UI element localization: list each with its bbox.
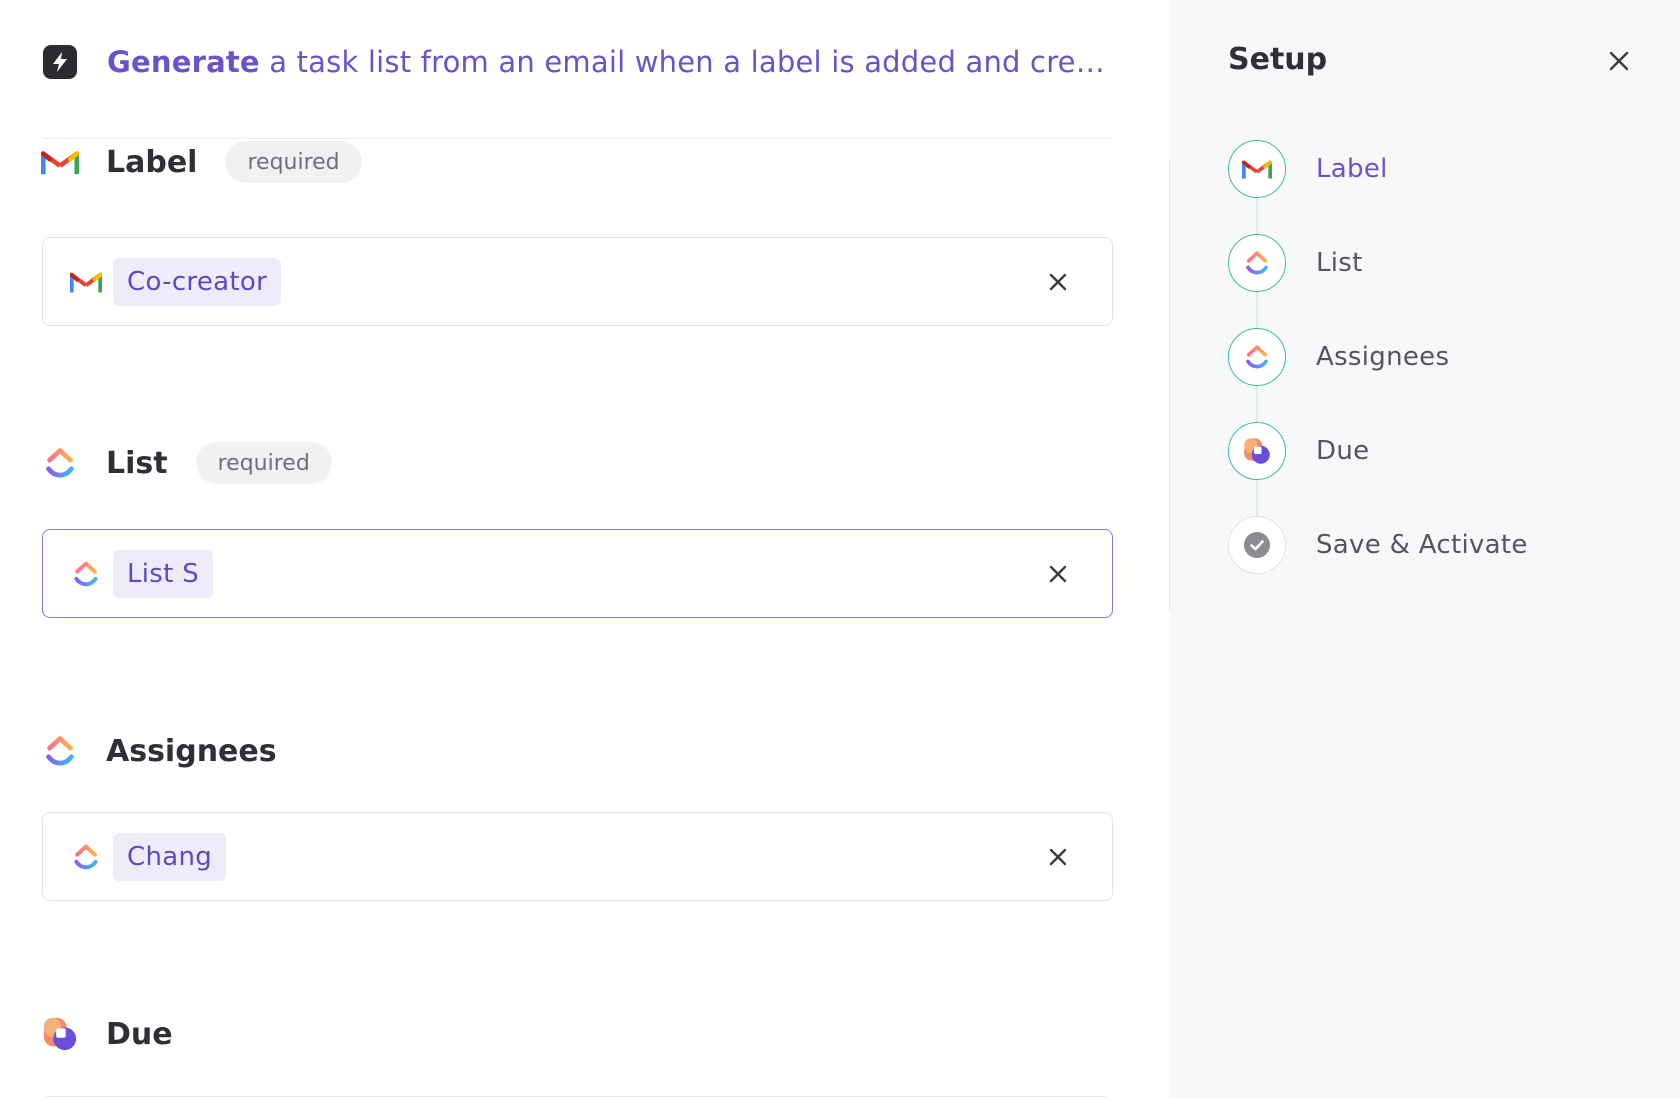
due-app-icon [1228, 422, 1286, 480]
step-connector [1256, 198, 1258, 234]
step-due-text: Due [1316, 436, 1370, 466]
list-value-chip[interactable]: List S [113, 549, 214, 598]
due-field-title: Due [106, 1016, 173, 1052]
due-app-icon [40, 1014, 80, 1054]
label-value-chip[interactable]: Co-creator [113, 257, 282, 306]
assignee-value-chip[interactable]: Chang [113, 832, 227, 881]
automation-description: Generate a task list from an email when … [107, 45, 1113, 79]
assignees-field-input[interactable]: Chang [42, 812, 1113, 901]
label-field-title: Label [106, 144, 198, 180]
required-badge: required [195, 442, 332, 484]
step-connector [1256, 480, 1258, 516]
step-label[interactable]: Label [1228, 140, 1648, 234]
setup-steps: Label List Assignees Due Save & Activate [1228, 140, 1648, 610]
due-field-input-edge [46, 1096, 1106, 1097]
clickup-icon [69, 840, 103, 874]
label-field-input[interactable]: Co-creator [42, 237, 1113, 326]
clear-assignees-button[interactable] [1042, 841, 1074, 873]
lightning-bolt-icon [43, 45, 77, 79]
automation-header: Generate a task list from an email when … [43, 42, 1113, 82]
header-divider [43, 138, 1113, 139]
list-field-title: List [106, 445, 168, 481]
clickup-icon [69, 557, 103, 591]
list-field-input[interactable]: List S [42, 529, 1113, 618]
close-icon [1049, 565, 1067, 582]
step-save-activate-text: Save & Activate [1316, 530, 1528, 560]
step-save-activate[interactable]: Save & Activate [1228, 516, 1648, 610]
close-icon [1049, 273, 1067, 290]
step-list[interactable]: List [1228, 234, 1648, 328]
label-field-header: Label required [40, 140, 362, 184]
setup-panel: Setup Label List Assignees Due Save & Ac… [1170, 0, 1680, 1098]
gmail-icon [69, 265, 103, 299]
clickup-icon [1228, 234, 1286, 292]
automation-editor: Generate a task list from an email when … [0, 0, 1170, 1098]
assignees-field-header: Assignees [40, 729, 277, 773]
clear-label-button[interactable] [1042, 266, 1074, 298]
step-connector [1256, 386, 1258, 422]
automation-summary: a task list from an email when a label i… [259, 45, 1113, 79]
close-icon [1049, 848, 1067, 865]
step-due[interactable]: Due [1228, 422, 1648, 516]
list-field-header: List required [40, 441, 332, 485]
close-setup-button[interactable] [1602, 44, 1636, 78]
assignees-field-title: Assignees [106, 733, 277, 769]
automation-verb: Generate [107, 45, 260, 79]
clickup-icon [40, 731, 80, 771]
step-connector [1256, 292, 1258, 328]
step-list-text: List [1316, 248, 1363, 278]
clear-list-button[interactable] [1042, 558, 1074, 590]
step-assignees[interactable]: Assignees [1228, 328, 1648, 422]
setup-title: Setup [1228, 42, 1328, 77]
step-label-text: Label [1316, 154, 1388, 184]
clickup-icon [40, 443, 80, 483]
check-circle-icon [1228, 516, 1286, 574]
required-badge: required [225, 141, 362, 183]
gmail-icon [40, 142, 80, 182]
gmail-icon [1228, 140, 1286, 198]
clickup-icon [1228, 328, 1286, 386]
step-assignees-text: Assignees [1316, 342, 1450, 372]
due-field-header: Due [40, 1012, 173, 1056]
close-icon [1609, 51, 1629, 71]
